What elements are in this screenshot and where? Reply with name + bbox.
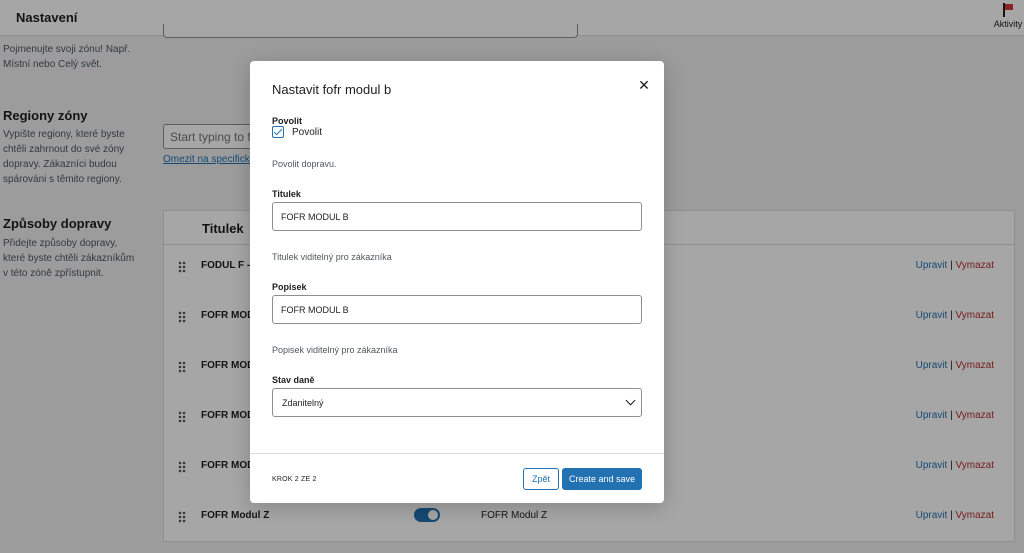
enable-checkbox-label[interactable]: Povolit <box>292 127 322 138</box>
title-input[interactable] <box>272 202 642 231</box>
tax-status-value: Zdanitelný <box>282 398 324 408</box>
enable-help: Povolit dopravu. <box>272 159 337 169</box>
modal-footer: KROK 2 ZE 2 Zpět Create and save <box>250 453 664 503</box>
close-icon[interactable]: ✕ <box>636 77 652 93</box>
enable-checkbox[interactable] <box>272 126 284 138</box>
description-input[interactable] <box>272 295 642 324</box>
shipping-method-modal: Nastavit fofr modul b ✕ Povolit Povolit … <box>250 61 664 503</box>
description-label: Popisek <box>272 282 307 292</box>
description-help: Popisek viditelný pro zákazníka <box>272 345 398 355</box>
create-and-save-button[interactable]: Create and save <box>562 468 642 490</box>
tax-status-label: Stav daně <box>272 375 315 385</box>
chevron-down-icon <box>625 395 636 406</box>
enable-label: Povolit <box>272 116 303 126</box>
title-help: Titulek viditelný pro zákazníka <box>272 252 392 262</box>
back-button[interactable]: Zpět <box>523 468 559 490</box>
title-label: Titulek <box>272 189 301 199</box>
checkmark-icon <box>273 126 283 136</box>
tax-status-select[interactable]: Zdanitelný <box>272 388 642 417</box>
modal-title: Nastavit fofr modul b <box>272 82 392 97</box>
step-indicator: KROK 2 ZE 2 <box>272 476 317 483</box>
